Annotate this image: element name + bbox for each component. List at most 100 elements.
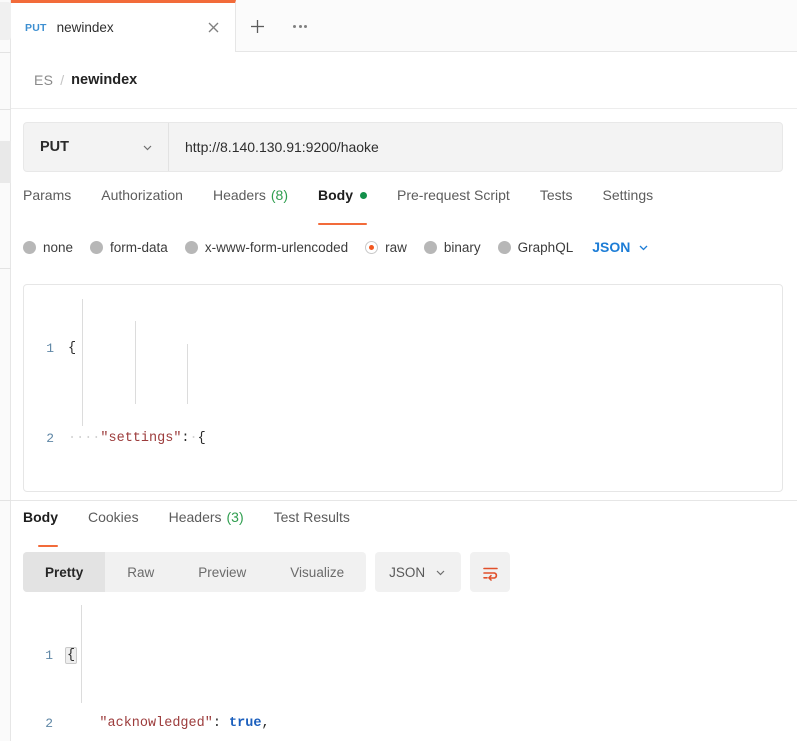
chevron-down-icon [141, 141, 154, 154]
body-type-row: none form-data x-www-form-urlencoded raw… [23, 232, 783, 262]
body-type-form-data[interactable]: form-data [90, 240, 168, 255]
response-language-select[interactable]: JSON [375, 552, 462, 592]
radio-icon-selected [365, 240, 379, 254]
response-tab-headers[interactable]: Headers (3) [154, 508, 259, 542]
code-line: 1 { [24, 338, 782, 361]
tab-label: Headers [168, 509, 222, 525]
tab-label: Authorization [101, 187, 183, 203]
tab-tests[interactable]: Tests [525, 186, 588, 220]
page-title: newindex [71, 72, 138, 88]
option-label: GraphQL [517, 239, 574, 255]
breadcrumb-separator: / [60, 72, 65, 88]
radio-icon [90, 240, 104, 254]
body-present-dot-icon [360, 192, 367, 199]
response-section-tabs: Body Cookies Headers (3) Test Results [23, 508, 783, 547]
response-view-toolbar: Pretty Raw Preview Visualize JSON [23, 552, 783, 592]
request-tab-newindex[interactable]: PUT newindex [11, 0, 236, 52]
response-tab-cookies[interactable]: Cookies [73, 508, 154, 542]
tab-label: Cookies [88, 509, 139, 525]
breadcrumb-collection[interactable]: ES [34, 72, 53, 88]
response-tab-body[interactable]: Body [23, 508, 73, 547]
request-section-tabs: Params Authorization Headers (8) Body Pr… [23, 186, 783, 225]
view-visualize[interactable]: Visualize [268, 552, 366, 592]
view-preview[interactable]: Preview [176, 552, 268, 592]
code-line: 2 "acknowledged": true, [23, 713, 783, 736]
tab-params[interactable]: Params [23, 186, 86, 220]
code-line: 2 ····"settings":·{ [24, 428, 782, 451]
body-language-value: JSON [592, 239, 631, 255]
response-language-value: JSON [389, 564, 426, 580]
radio-icon [184, 240, 198, 254]
tab-label: Tests [539, 187, 573, 203]
body-type-urlencoded[interactable]: x-www-form-urlencoded [184, 239, 349, 255]
option-label: none [43, 239, 74, 255]
line-text: { [64, 647, 78, 664]
tab-pre-request-script[interactable]: Pre-request Script [382, 186, 525, 220]
option-label: binary [443, 239, 481, 255]
response-tab-test-results[interactable]: Test Results [259, 508, 365, 542]
tab-label: Test Results [273, 509, 350, 525]
http-method-select[interactable]: PUT [24, 123, 169, 171]
tab-headers[interactable]: Headers (8) [198, 186, 303, 220]
view-label: Preview [198, 564, 247, 580]
tab-label: Pre-request Script [397, 187, 510, 203]
view-label: Pretty [45, 564, 84, 580]
body-language-select[interactable]: JSON [592, 239, 650, 255]
line-number: 2 [45, 715, 53, 731]
view-label: Raw [127, 564, 155, 580]
view-label: Visualize [290, 564, 345, 580]
rail-divider [0, 109, 11, 110]
request-body-editor[interactable]: 1 { 2 ····"settings":·{ 3 ········"index… [23, 284, 783, 492]
url-input[interactable]: http://8.140.130.91:9200/haoke [169, 123, 782, 171]
view-pretty[interactable]: Pretty [23, 552, 106, 592]
close-icon[interactable] [203, 18, 223, 38]
body-type-binary[interactable]: binary [423, 239, 481, 255]
collapsed-sidebar-rail[interactable] [0, 0, 11, 741]
radio-icon [497, 240, 511, 254]
line-number: 1 [46, 341, 54, 356]
rail-divider [0, 52, 11, 53]
tab-label: Body [318, 187, 353, 203]
chevron-down-icon [637, 241, 650, 254]
tab-title-label: newindex [56, 20, 114, 35]
http-method-value: PUT [40, 139, 69, 155]
radio-icon [23, 240, 36, 254]
line-text: ····"settings":·{ [68, 431, 206, 446]
headers-count-badge: (8) [270, 187, 288, 203]
ellipsis-icon[interactable] [285, 12, 315, 40]
rail-segment-selected [0, 141, 11, 183]
tab-label: Settings [602, 187, 654, 203]
tab-label: Params [23, 187, 72, 203]
line-text: "acknowledged": true, [99, 715, 270, 731]
chevron-down-icon [434, 566, 447, 579]
tab-settings[interactable]: Settings [588, 186, 669, 220]
tab-method-label: PUT [25, 22, 47, 34]
radio-icon [423, 240, 437, 254]
line-number: 1 [45, 648, 53, 663]
panel-divider[interactable] [11, 500, 797, 501]
plus-icon[interactable] [243, 12, 271, 40]
body-type-graphql[interactable]: GraphQL [497, 239, 574, 255]
breadcrumb: ES / newindex [11, 52, 797, 109]
response-view-switcher: Pretty Raw Preview Visualize [23, 552, 367, 592]
tab-authorization[interactable]: Authorization [86, 186, 198, 220]
option-label: raw [385, 239, 407, 255]
rail-segment-top [0, 2, 11, 40]
wrap-text-icon[interactable] [470, 552, 511, 592]
request-url-bar: PUT http://8.140.130.91:9200/haoke [23, 122, 783, 172]
response-code: 1 { 2 "acknowledged": true, 3 "shards_ac… [23, 600, 783, 735]
view-raw[interactable]: Raw [105, 552, 176, 592]
response-body-viewer[interactable]: 1 { 2 "acknowledged": true, 3 "shards_ac… [23, 600, 783, 735]
option-label: x-www-form-urlencoded [204, 239, 349, 255]
line-number: 2 [46, 431, 54, 446]
body-type-none[interactable]: none [23, 240, 73, 255]
option-label: form-data [110, 239, 168, 255]
tab-body[interactable]: Body [303, 186, 382, 225]
tab-label: Body [23, 509, 58, 525]
tab-label: Headers [212, 187, 266, 203]
line-text: { [68, 341, 77, 356]
body-type-raw[interactable]: raw [365, 240, 407, 255]
request-tab-bar: PUT newindex [11, 0, 797, 52]
rail-divider [0, 268, 11, 269]
request-code: 1 { 2 ····"settings":·{ 3 ········"index… [24, 285, 782, 491]
